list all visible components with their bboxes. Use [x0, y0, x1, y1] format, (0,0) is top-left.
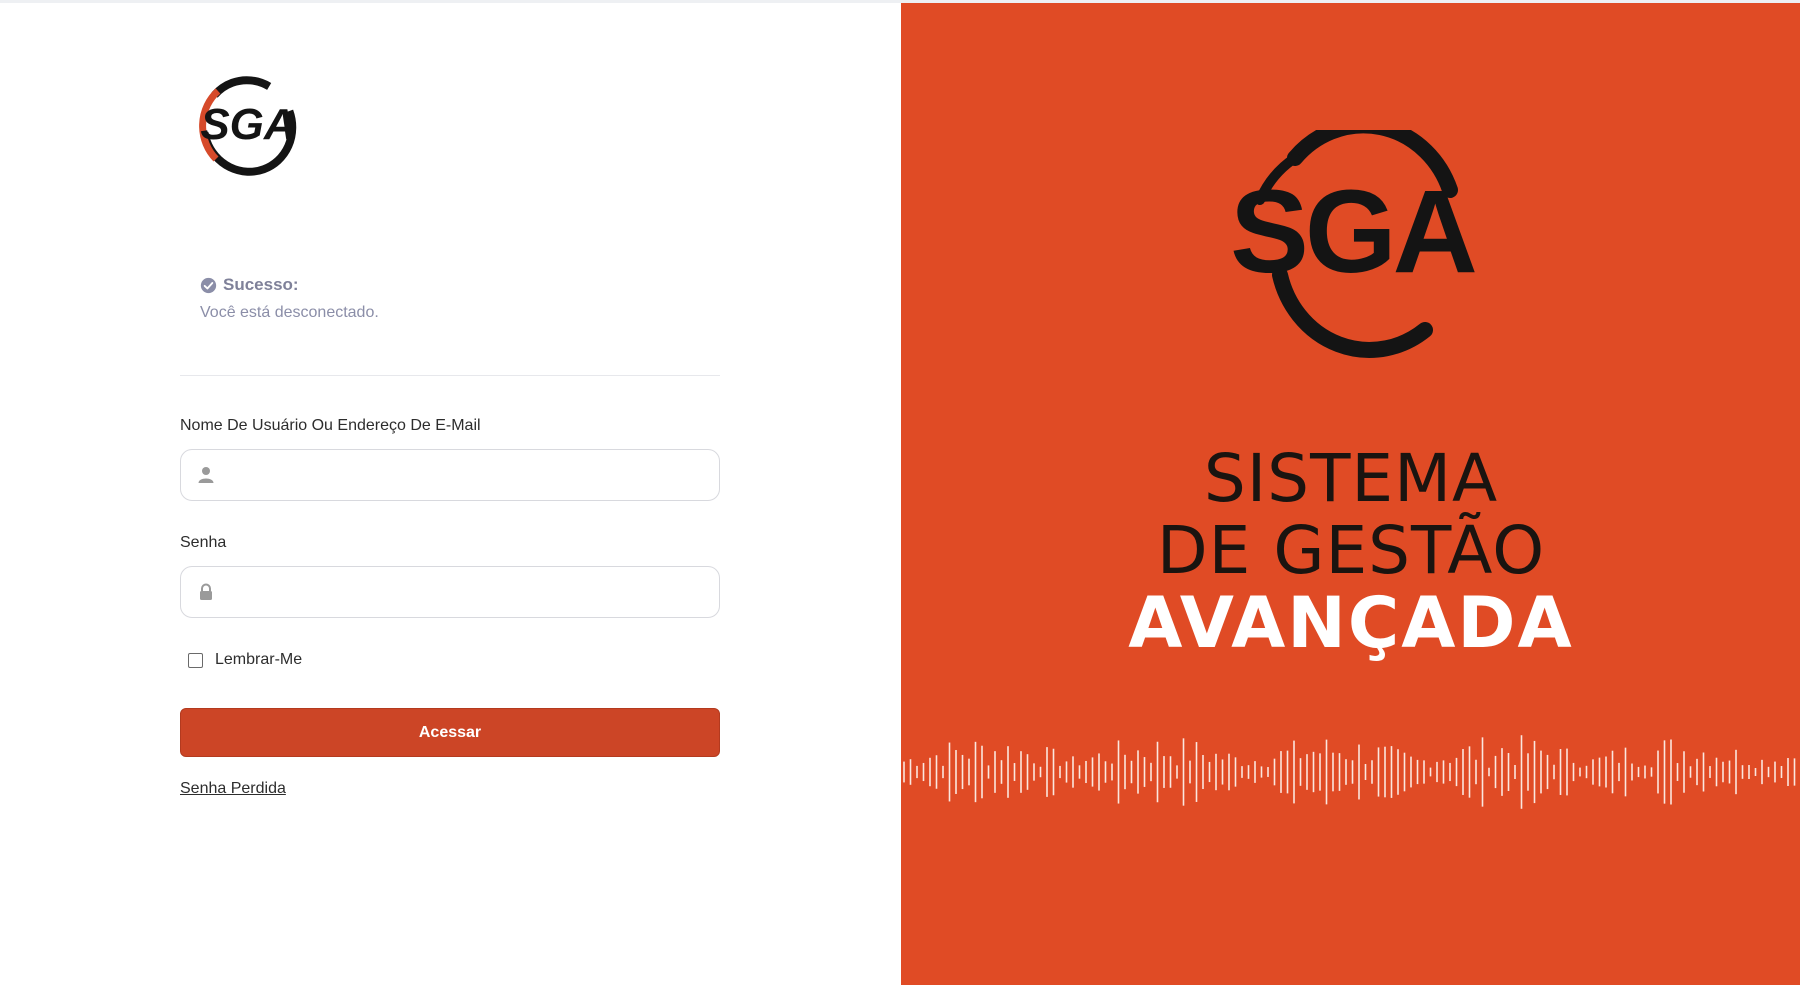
- hero-line-1: SISTEMA: [1203, 440, 1499, 517]
- password-field[interactable]: [180, 566, 720, 618]
- remember-me[interactable]: Lembrar-Me: [188, 651, 302, 669]
- sga-large-logo: SGA: [1230, 130, 1480, 358]
- remember-checkbox[interactable]: [188, 652, 203, 668]
- logout-notice: Sucesso: Você está desconectado.: [200, 275, 720, 322]
- login-panel: SGA Sucesso: Você está desconectado. Nom…: [0, 3, 901, 985]
- user-icon: [198, 467, 214, 483]
- username-field[interactable]: [180, 449, 720, 501]
- notice-message: Você está desconectado.: [200, 304, 379, 321]
- sga-logo: SGA: [199, 76, 297, 176]
- password-label: Senha: [180, 534, 227, 551]
- svg-text:SGA: SGA: [1230, 166, 1475, 298]
- username-label: Nome De Usuário Ou Endereço De E-Mail: [180, 417, 481, 434]
- divider: [180, 375, 720, 376]
- password-input[interactable]: [229, 575, 713, 611]
- username-input[interactable]: [229, 458, 713, 494]
- sound-wave-graphic: [903, 735, 1796, 809]
- login-button[interactable]: Acessar: [180, 708, 720, 757]
- svg-text:SGA: SGA: [200, 100, 295, 149]
- hero-line-2: DE GESTÃO: [1156, 512, 1546, 589]
- hero-line-3: AVANÇADA: [1128, 582, 1574, 664]
- notice-title: Sucesso:: [200, 275, 720, 295]
- lost-password-link[interactable]: Senha Perdida: [180, 780, 286, 798]
- remember-label[interactable]: Lembrar-Me: [215, 651, 302, 669]
- notice-title-text: Sucesso:: [223, 275, 299, 294]
- check-circle-icon: [200, 277, 217, 293]
- lock-icon: [200, 583, 212, 600]
